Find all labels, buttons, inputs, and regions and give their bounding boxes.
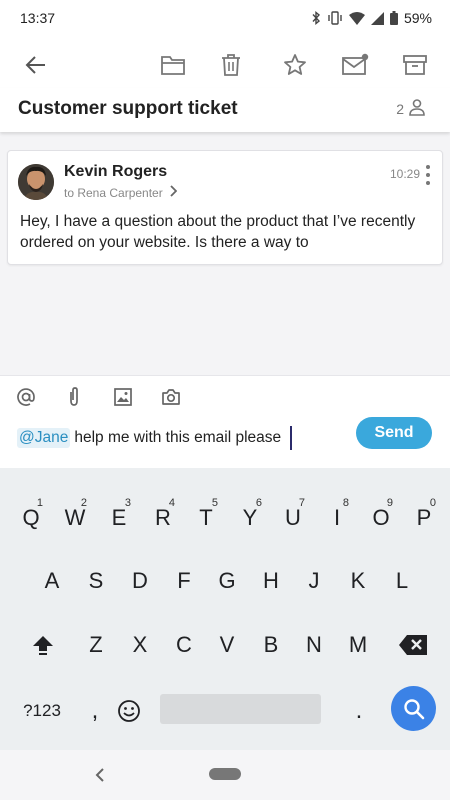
key-t[interactable]: 5T [186, 493, 226, 543]
trash-icon[interactable] [216, 50, 246, 80]
reply-input[interactable]: @Jane help me with this email please [17, 426, 293, 450]
key-h[interactable]: H [251, 556, 291, 606]
nav-back-icon[interactable] [88, 763, 112, 787]
key-i[interactable]: 8I [317, 493, 357, 543]
status-bar: 13:37 59% [0, 0, 450, 36]
send-button[interactable]: Send [356, 417, 432, 449]
at-icon[interactable] [15, 386, 37, 408]
symbols-key[interactable]: ?123 [18, 686, 66, 736]
recipient-text: to Rena Carpenter [64, 185, 163, 200]
battery-percent: 59% [403, 10, 432, 26]
signal-icon [370, 11, 384, 25]
key-n[interactable]: N [294, 620, 334, 670]
key-m[interactable]: M [338, 620, 378, 670]
key-e[interactable]: 3E [99, 493, 139, 543]
period-key[interactable]: . [339, 686, 379, 736]
space-key[interactable] [160, 694, 321, 724]
ticket-header: Customer support ticket 2 [0, 88, 450, 132]
key-r[interactable]: 4R [143, 493, 183, 543]
bluetooth-icon [311, 11, 321, 25]
archive-icon[interactable] [400, 50, 430, 80]
key-d[interactable]: D [120, 556, 160, 606]
mention-chip: @Jane [17, 428, 71, 448]
home-pill-icon[interactable] [209, 768, 241, 780]
message-card[interactable]: Kevin Rogers to Rena Carpenter 10:29 Hey… [7, 150, 443, 265]
chevron-right-icon [169, 185, 178, 200]
key-l[interactable]: L [382, 556, 422, 606]
camera-icon[interactable] [160, 386, 182, 408]
folder-icon[interactable] [158, 50, 188, 80]
backspace-icon[interactable] [393, 620, 433, 670]
key-f[interactable]: F [164, 556, 204, 606]
search-icon[interactable] [391, 686, 436, 731]
key-p[interactable]: 0P [404, 493, 444, 543]
battery-icon [389, 11, 398, 25]
image-icon[interactable] [112, 386, 134, 408]
key-b[interactable]: B [251, 620, 291, 670]
key-v[interactable]: V [207, 620, 247, 670]
key-o[interactable]: 9O [361, 493, 401, 543]
key-s[interactable]: S [76, 556, 116, 606]
reply-text: help me with this email please [74, 429, 282, 446]
mark-unread-icon[interactable] [340, 50, 370, 80]
vibrate-icon [327, 11, 343, 25]
emoji-icon[interactable] [109, 686, 149, 736]
key-z[interactable]: Z [76, 620, 116, 670]
top-toolbar [0, 36, 450, 94]
message-body: Hey, I have a question about the product… [20, 213, 416, 251]
key-w[interactable]: 2W [55, 493, 95, 543]
paperclip-icon[interactable] [63, 386, 85, 408]
key-g[interactable]: G [207, 556, 247, 606]
avatar [18, 164, 54, 200]
key-a[interactable]: A [32, 556, 72, 606]
key-k[interactable]: K [338, 556, 378, 606]
status-time: 13:37 [20, 10, 56, 26]
key-c[interactable]: C [164, 620, 204, 670]
star-icon[interactable] [280, 50, 310, 80]
person-icon [408, 98, 426, 119]
participants-count: 2 [396, 100, 404, 117]
reply-composer: @Jane help me with this email please Sen… [0, 375, 450, 468]
key-q[interactable]: 1Q [11, 493, 51, 543]
key-x[interactable]: X [120, 620, 160, 670]
more-options-icon[interactable] [424, 165, 432, 185]
back-arrow-icon[interactable] [21, 50, 51, 80]
wifi-icon [348, 11, 365, 25]
text-cursor [290, 426, 293, 450]
key-j[interactable]: J [294, 556, 334, 606]
key-u[interactable]: 7U [273, 493, 313, 543]
sender-name: Kevin Rogers [64, 163, 168, 180]
system-nav-bar [0, 750, 450, 800]
key-y[interactable]: 6Y [230, 493, 270, 543]
soft-keyboard: 1Q 2W 3E 4R 5T 6Y 7U 8I 9O 0P A S D F G … [0, 468, 450, 750]
message-time: 10:29 [389, 167, 420, 181]
shift-icon[interactable] [23, 620, 63, 670]
recipient-line[interactable]: to Rena Carpenter [64, 185, 178, 200]
ticket-subject: Customer support ticket [18, 98, 238, 119]
participants-button[interactable]: 2 [396, 98, 426, 119]
